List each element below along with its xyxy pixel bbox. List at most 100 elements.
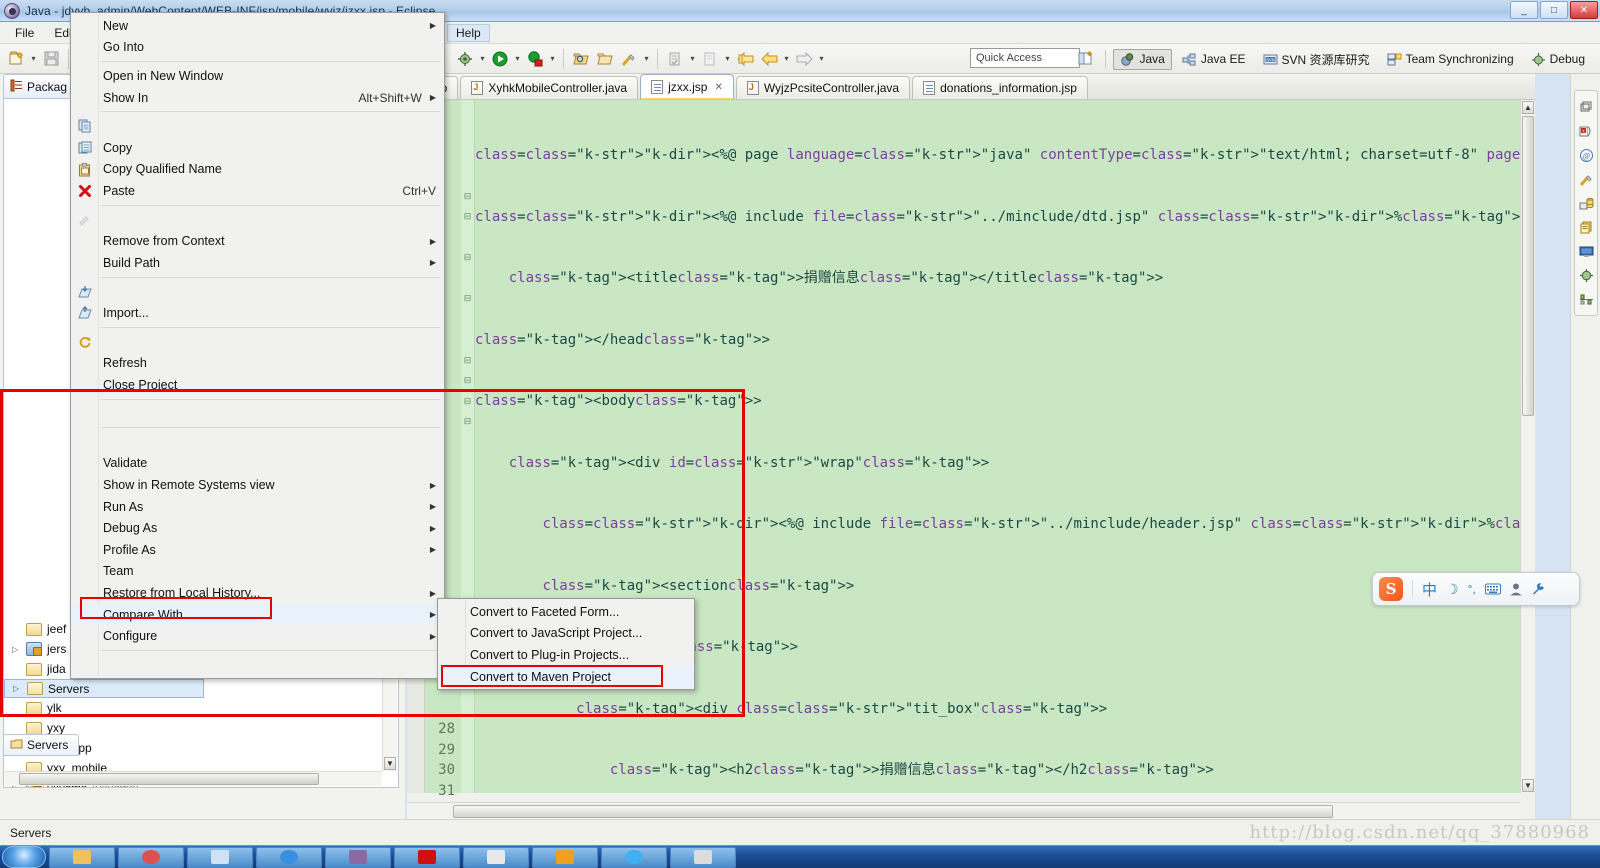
ime-keyboard-icon[interactable] [1484, 583, 1501, 595]
build-icon[interactable] [454, 48, 476, 70]
ime-user-icon[interactable] [1510, 583, 1522, 596]
menu-item-new[interactable]: New ▶ [71, 15, 444, 37]
taskbar-item[interactable] [601, 846, 667, 868]
search-dropdown-icon[interactable]: ▾ [641, 54, 652, 63]
open-type-icon[interactable] [570, 48, 592, 70]
prev-annotation-dropdown-icon[interactable]: ▾ [722, 54, 733, 63]
tree-twisty[interactable]: ▷ [12, 645, 26, 654]
menu-item-open-in-new-window[interactable]: Open in New Window [71, 65, 444, 87]
editor-h-scroll-thumb[interactable] [453, 805, 1333, 818]
scroll-up-icon[interactable]: ▲ [1522, 101, 1534, 114]
tab-package-explorer[interactable]: Packag [3, 74, 79, 98]
back-dropdown-icon[interactable]: ▾ [781, 54, 792, 63]
menu-item-show-in-remote-systems-view[interactable]: Validate [71, 453, 444, 475]
taskbar-item[interactable] [118, 846, 184, 868]
menu-item-validate[interactable] [71, 431, 444, 453]
perspective-debug[interactable]: Debug [1524, 49, 1592, 70]
restore-view-icon[interactable] [1575, 95, 1597, 119]
fold-marker-icon[interactable]: ⊟ [461, 186, 474, 207]
search-view-icon[interactable] [1575, 167, 1597, 191]
tree-h-scroll-thumb[interactable] [19, 773, 319, 785]
fold-marker-icon[interactable]: ⊟ [461, 207, 474, 228]
minimize-button[interactable]: _ [1510, 1, 1538, 19]
maximize-button[interactable]: □ [1540, 1, 1568, 19]
editor-tab-xyhkmobilecontroller[interactable]: XyhkMobileController.java [460, 76, 639, 99]
submenu-item-convert-to-faceted-form[interactable]: Convert to Faceted Form... [438, 601, 694, 623]
quick-access-input[interactable]: Quick Access [970, 48, 1080, 68]
fold-marker-icon[interactable]: ⊟ [461, 391, 474, 412]
new-wizard-dropdown-icon[interactable]: ▾ [28, 54, 39, 63]
open-perspective-icon[interactable] [1075, 48, 1097, 70]
fold-marker-icon[interactable]: ⊟ [461, 412, 474, 433]
console-view-icon[interactable] [1575, 239, 1597, 263]
taskbar-item[interactable] [532, 846, 598, 868]
back-yellow-icon[interactable] [734, 48, 756, 70]
problems-view-icon[interactable]: x [1575, 119, 1597, 143]
menu-item-copy[interactable] [71, 115, 444, 137]
next-annotation-icon[interactable] [664, 48, 686, 70]
menu-item-paste[interactable]: Copy Qualified Name [71, 159, 444, 181]
perspective-team-sync[interactable]: Team Synchronizing [1380, 49, 1521, 70]
taskbar-item[interactable] [187, 846, 253, 868]
servers-view-rail-icon[interactable] [1575, 287, 1597, 311]
editor-tab-jzxx-jsp[interactable]: jzxx.jsp ✕ [640, 74, 734, 99]
ime-settings-wrench-icon[interactable] [1531, 582, 1545, 596]
data-source-view-icon[interactable] [1575, 191, 1597, 215]
forward-icon[interactable] [793, 48, 815, 70]
menu-item-configure[interactable]: Compare With ▶ [71, 603, 444, 626]
run-icon[interactable] [489, 48, 511, 70]
ime-punctuation-icon[interactable]: °, [1468, 582, 1476, 596]
menu-item-team[interactable]: Profile As ▶ [71, 539, 444, 561]
menu-item-run-as[interactable]: Show in Remote Systems view ▶ [71, 474, 444, 496]
editor-horizontal-scrollbar[interactable] [407, 802, 1520, 819]
menu-item-close-unrelated-projects[interactable]: Close Project [71, 374, 444, 396]
menu-item-refactor[interactable]: Build Path ▶ [71, 252, 444, 274]
taskbar-item[interactable] [463, 846, 529, 868]
menu-file[interactable]: File [6, 24, 43, 42]
scroll-down-icon[interactable]: ▼ [1522, 779, 1534, 792]
menu-item-import[interactable] [71, 281, 444, 303]
menu-item-assign-working-sets[interactable] [71, 403, 444, 425]
menu-item-copy-qualified-name[interactable]: Copy [71, 137, 444, 159]
start-button[interactable] [2, 846, 46, 868]
build-dropdown-icon[interactable]: ▾ [477, 54, 488, 63]
menu-item-debug-as[interactable]: Run As ▶ [71, 496, 444, 518]
prev-annotation-icon[interactable] [699, 48, 721, 70]
scroll-down-icon[interactable]: ▼ [384, 757, 396, 770]
submenu-item-convert-to-maven-project[interactable]: Convert to Maven Project [438, 665, 694, 688]
ime-moon-icon[interactable]: ☽ [1446, 581, 1459, 598]
fold-marker-icon[interactable]: ⊟ [461, 371, 474, 392]
run-dropdown-icon[interactable]: ▾ [512, 54, 523, 63]
next-annotation-dropdown-icon[interactable]: ▾ [687, 54, 698, 63]
menu-help[interactable]: Help [447, 23, 490, 42]
new-wizard-icon[interactable] [5, 48, 27, 70]
fold-marker-icon[interactable]: ⊟ [461, 289, 474, 310]
search-pencil-icon[interactable] [618, 48, 640, 70]
close-icon[interactable]: ✕ [714, 82, 722, 93]
list-item-selected[interactable]: ▷ Servers [4, 679, 204, 698]
taskbar-item[interactable] [49, 846, 115, 868]
at-view-icon[interactable]: @ [1575, 143, 1597, 167]
menu-item-delete[interactable]: Paste Ctrl+V [71, 180, 444, 202]
tree-horizontal-scrollbar[interactable] [5, 771, 382, 786]
tree-twisty[interactable]: ▷ [13, 684, 27, 693]
open-resource-icon[interactable] [594, 48, 616, 70]
perspective-java-ee[interactable]: Java EE [1175, 49, 1253, 70]
menu-item-refresh[interactable] [71, 331, 444, 353]
editor-tab-donations-information[interactable]: donations_information.jsp [912, 76, 1088, 99]
sogou-logo-icon[interactable]: S [1379, 577, 1403, 601]
editor-vertical-scrollbar[interactable]: ▲ ▼ [1520, 100, 1535, 793]
menu-item-properties[interactable] [71, 654, 444, 676]
fold-marker-icon[interactable]: ⊟ [461, 248, 474, 269]
editor-scroll-thumb[interactable] [1522, 116, 1534, 416]
menu-item-restore-from-local-history[interactable]: Team [71, 561, 444, 583]
tab-servers-view[interactable]: Servers [3, 734, 80, 756]
menu-item-compare-with[interactable]: Restore from Local History... ▶ [71, 582, 444, 604]
snippets-view-icon[interactable] [1575, 215, 1597, 239]
menu-item-show-in[interactable]: Show In Alt+Shift+W ▶ [71, 87, 444, 109]
menu-item-export[interactable]: Import... [71, 302, 444, 324]
fold-marker-icon[interactable]: ⊟ [461, 350, 474, 371]
debug-icon[interactable] [524, 48, 546, 70]
back-icon[interactable] [758, 48, 780, 70]
menu-item-close-project[interactable]: Refresh [71, 352, 444, 374]
